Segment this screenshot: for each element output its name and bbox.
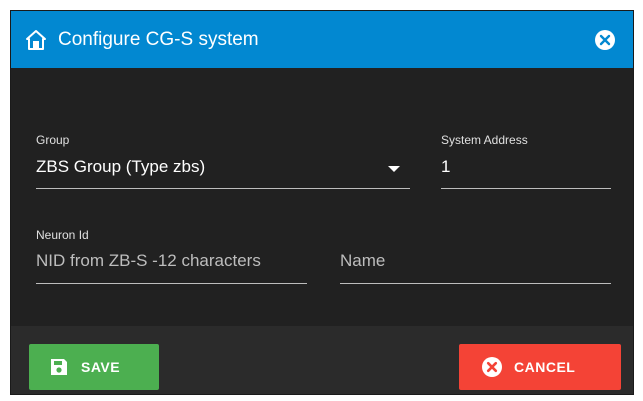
name-input[interactable] <box>340 249 611 273</box>
name-underline <box>340 283 611 284</box>
group-value: ZBS Group (Type zbs) <box>36 157 206 176</box>
save-button[interactable]: SAVE <box>29 344 159 390</box>
dialog-title: Configure CG-S system <box>58 29 259 50</box>
floppy-disk-icon <box>51 359 67 375</box>
neuron-id-field[interactable]: Neuron Id <box>36 228 307 286</box>
group-select[interactable]: Group ZBS Group (Type zbs) <box>36 133 410 191</box>
name-field[interactable] <box>340 228 611 286</box>
system-address-label: System Address <box>441 133 528 147</box>
group-label: Group <box>36 133 70 147</box>
system-address-underline <box>441 188 611 189</box>
group-underline <box>36 188 410 189</box>
home-icon <box>26 30 46 50</box>
configure-dialog: Configure CG-S system Group ZBS Group (T… <box>11 11 633 394</box>
neuron-id-underline <box>36 283 307 284</box>
save-label: SAVE <box>81 359 121 375</box>
dialog-footer: SAVE CANCEL <box>11 326 633 394</box>
cancel-circle-icon <box>482 357 502 377</box>
neuron-id-label: Neuron Id <box>36 228 89 242</box>
neuron-id-input[interactable] <box>36 249 307 273</box>
system-address-value[interactable]: 1 <box>441 157 611 177</box>
cancel-button[interactable]: CANCEL <box>459 344 621 390</box>
system-address-field[interactable]: System Address 1 <box>441 133 611 191</box>
cancel-label: CANCEL <box>514 359 576 375</box>
dialog-header: Configure CG-S system <box>11 11 633 68</box>
chevron-down-icon[interactable] <box>388 166 400 172</box>
close-icon[interactable] <box>594 29 616 51</box>
